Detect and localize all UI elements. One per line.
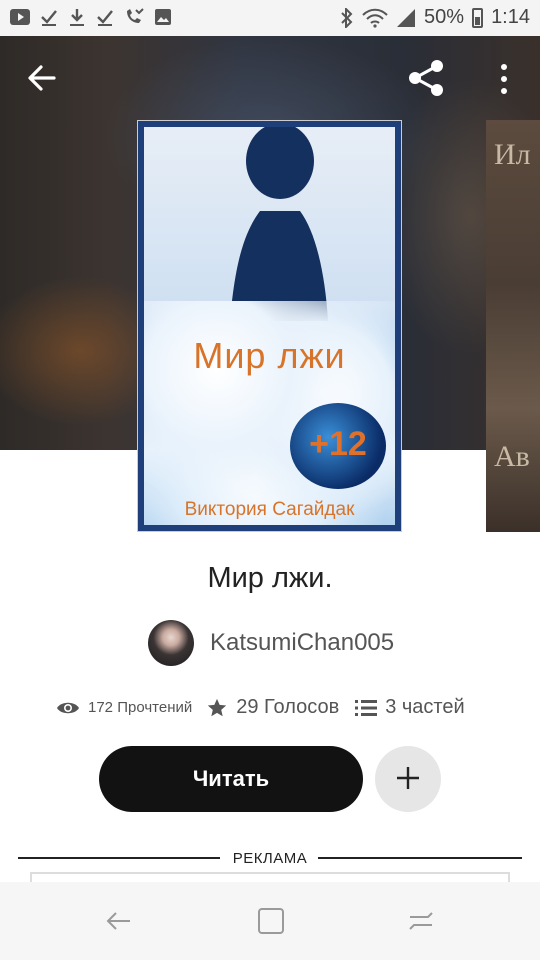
avatar[interactable] xyxy=(148,620,194,666)
list-icon xyxy=(355,699,378,716)
star-icon xyxy=(208,698,227,716)
more-vertical-icon[interactable] xyxy=(494,62,514,96)
story-stats: 172 Прочтений 29 Голосов 3 частей xyxy=(56,696,465,719)
plus-icon xyxy=(397,766,419,789)
recents-nav-icon[interactable] xyxy=(406,906,436,936)
notification-icons xyxy=(10,8,172,26)
reads-stat: 172 Прочтений xyxy=(56,699,192,716)
read-button[interactable]: Читать xyxy=(99,746,363,812)
home-nav-icon[interactable] xyxy=(256,906,286,936)
clock: 1:14 xyxy=(491,6,530,28)
battery-percent: 50% xyxy=(424,6,465,28)
author-row[interactable]: KatsumiChan005 xyxy=(148,620,394,666)
status-bar: 50% 1:14 xyxy=(0,0,540,36)
ad-separator: РЕКЛАМА xyxy=(18,848,522,868)
votes-count: 29 Голосов xyxy=(236,696,340,718)
image-icon xyxy=(155,9,171,25)
share-icon[interactable] xyxy=(406,58,446,98)
battery-icon xyxy=(472,7,484,28)
next-cover-text-top: Ил xyxy=(494,138,531,171)
wifi-icon xyxy=(362,8,388,28)
back-nav-icon[interactable] xyxy=(104,906,134,936)
download-icon xyxy=(70,9,84,26)
signal-icon xyxy=(397,8,416,27)
youtube-icon xyxy=(10,9,30,25)
bluetooth-icon xyxy=(341,7,353,28)
check-icon xyxy=(97,10,113,26)
cover-frame xyxy=(138,121,401,531)
book-title: Мир лжи. xyxy=(207,562,333,594)
votes-stat: 29 Голосов xyxy=(206,696,339,719)
parts-count: 3 частей xyxy=(385,696,465,718)
missed-call-icon xyxy=(127,8,144,23)
arrow-back-icon[interactable] xyxy=(24,60,60,96)
eye-icon xyxy=(57,702,79,713)
system-indicators: 50% 1:14 xyxy=(340,6,530,29)
add-to-library-button[interactable] xyxy=(375,746,441,812)
author-name[interactable]: KatsumiChan005 xyxy=(210,629,394,657)
book-cover[interactable]: Мир лжи +12 Виктория Сагайдак xyxy=(137,120,402,532)
next-book-cover[interactable]: Ил Ав xyxy=(486,120,540,532)
ad-divider-right xyxy=(318,857,522,859)
parts-stat: 3 частей xyxy=(355,696,465,719)
reads-count: 172 Прочтений xyxy=(88,699,193,716)
system-nav-bar xyxy=(0,882,540,960)
next-cover-text-bottom: Ав xyxy=(494,440,530,473)
check-icon xyxy=(41,10,57,26)
